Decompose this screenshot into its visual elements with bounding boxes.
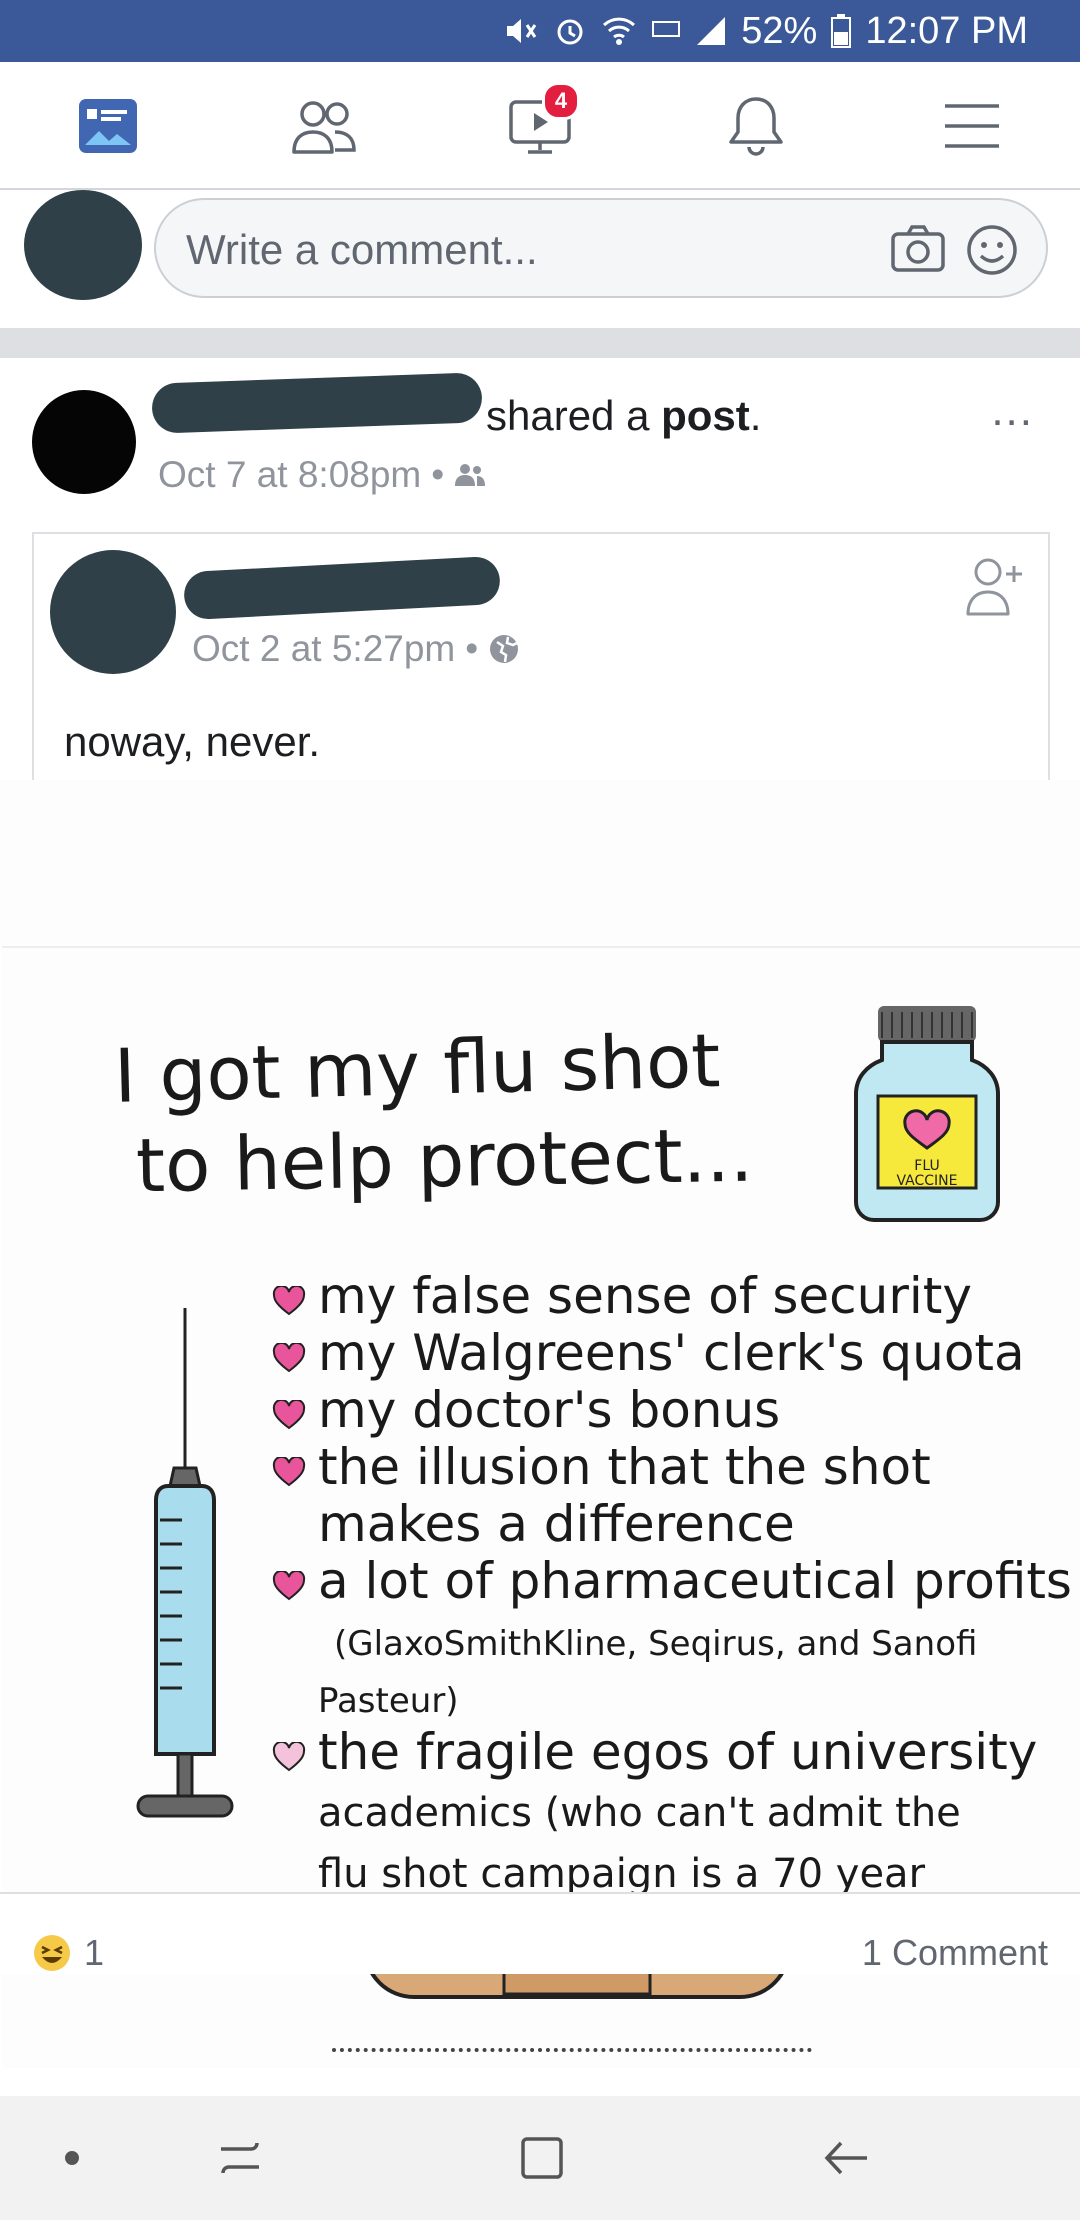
jar-label-line1: FLU [914, 1158, 939, 1174]
recents-icon [221, 2142, 259, 2174]
post-timestamp[interactable]: Oct 7 at 8:08pm [158, 454, 421, 496]
heart-icon [272, 1457, 306, 1487]
battery-percent: 52% [741, 9, 818, 52]
jar-label-line2: VACCINE [896, 1173, 957, 1189]
home-icon [521, 2137, 563, 2179]
home-button[interactable] [512, 2130, 572, 2186]
heart-icon [272, 1400, 306, 1430]
shared-post-meta: Oct 2 at 5:27pm • [192, 628, 520, 670]
shared-author-name-redacted [182, 555, 502, 621]
meme-cutoff-text [332, 2048, 812, 2068]
friends-icon [292, 101, 356, 154]
tab-friends[interactable] [284, 90, 364, 162]
nav-dot-button[interactable] [42, 2130, 102, 2186]
meme-list-item: my Walgreens' clerk's quota [272, 1325, 1072, 1382]
shared-author-avatar[interactable] [50, 550, 176, 674]
status-icons: 52% 12:07 PM [503, 0, 1028, 62]
tab-notifications[interactable] [716, 90, 796, 162]
meme-list-item: a lot of pharmaceutical profits (GlaxoSm… [272, 1553, 1072, 1724]
top-nav: 4 [0, 62, 1080, 190]
watch-badge: 4 [542, 82, 580, 120]
comment-composer: Write a comment... [0, 190, 1080, 328]
laugh-reaction-icon [34, 1935, 70, 1971]
alarm-icon [553, 14, 587, 48]
meta-dot: • [431, 454, 445, 495]
signal-icon [695, 15, 727, 47]
reaction-summary[interactable]: 1 [32, 1932, 104, 1974]
clock: 12:07 PM [865, 9, 1028, 52]
shared-post-timestamp[interactable]: Oct 2 at 5:27pm [192, 628, 455, 670]
heart-icon [272, 1286, 306, 1316]
more-options-button[interactable]: ... [991, 386, 1034, 436]
mute-icon [503, 14, 539, 48]
friends-icon [455, 464, 486, 486]
recents-button[interactable] [210, 2130, 270, 2186]
syringe-icon [136, 1308, 234, 1818]
battery-icon [831, 14, 852, 48]
comment-placeholder: Write a comment... [186, 226, 538, 273]
shared-post-text: noway, never. [64, 718, 321, 765]
heart-icon [272, 1571, 306, 1601]
heart-icon [272, 1742, 306, 1772]
dot-icon [65, 2151, 79, 2165]
comment-count[interactable]: 1 Comment [862, 1932, 1048, 1974]
feed-separator [0, 328, 1080, 358]
bell-icon [729, 97, 783, 156]
avatar[interactable] [24, 190, 142, 300]
meme-title-line1: I got my flu shot [112, 1018, 722, 1120]
emoji-icon[interactable] [966, 224, 1018, 281]
image-padding [0, 780, 1080, 950]
post-period: . [749, 392, 762, 439]
post-header-text: shared a post. [486, 392, 761, 440]
vaccine-jar-icon: FLU VACCINE [854, 1006, 1000, 1222]
meme-title-line2: to help protect... [135, 1112, 754, 1210]
post-meta: Oct 7 at 8:08pm • [158, 454, 486, 496]
tab-menu[interactable] [932, 90, 1012, 162]
system-nav-bar [0, 2096, 1080, 2220]
add-friend-icon[interactable] [964, 554, 1028, 623]
back-button[interactable] [816, 2130, 876, 2186]
back-icon [824, 2141, 867, 2175]
heart-icon [272, 1343, 306, 1373]
reactions-bar: 1 1 Comment [0, 1892, 1080, 1974]
poster-name-redacted [151, 372, 483, 434]
comment-input[interactable]: Write a comment... [154, 198, 1048, 298]
tab-watch[interactable]: 4 [500, 82, 580, 162]
meta-dot: • [465, 628, 479, 669]
reaction-count: 1 [84, 1932, 105, 1973]
meme-list-item: the illusion that the shot makes a diffe… [272, 1439, 1072, 1553]
meme-list-item: my doctor's bonus [272, 1382, 1072, 1439]
lte-icon [651, 16, 681, 46]
camera-icon[interactable] [890, 224, 946, 279]
wifi-icon [601, 15, 637, 47]
tab-news-feed[interactable] [68, 90, 148, 162]
meme-list-item: my false sense of security [272, 1268, 1072, 1325]
globe-icon [490, 635, 519, 663]
hamburger-icon [945, 104, 999, 148]
feed-post: shared a post. Oct 7 at 8:08pm • ... Oct… [0, 358, 1080, 2098]
news-feed-icon [79, 99, 137, 153]
meme-list: my false sense of security my Walgreens'… [272, 1268, 1072, 1964]
post-action: shared a [486, 392, 650, 439]
status-bar: 52% 12:07 PM [0, 0, 1080, 62]
shared-post-card[interactable]: Oct 2 at 5:27pm • noway, never. I got my… [0, 532, 1080, 2068]
poster-avatar[interactable] [32, 390, 136, 494]
post-object-link[interactable]: post [661, 392, 750, 439]
